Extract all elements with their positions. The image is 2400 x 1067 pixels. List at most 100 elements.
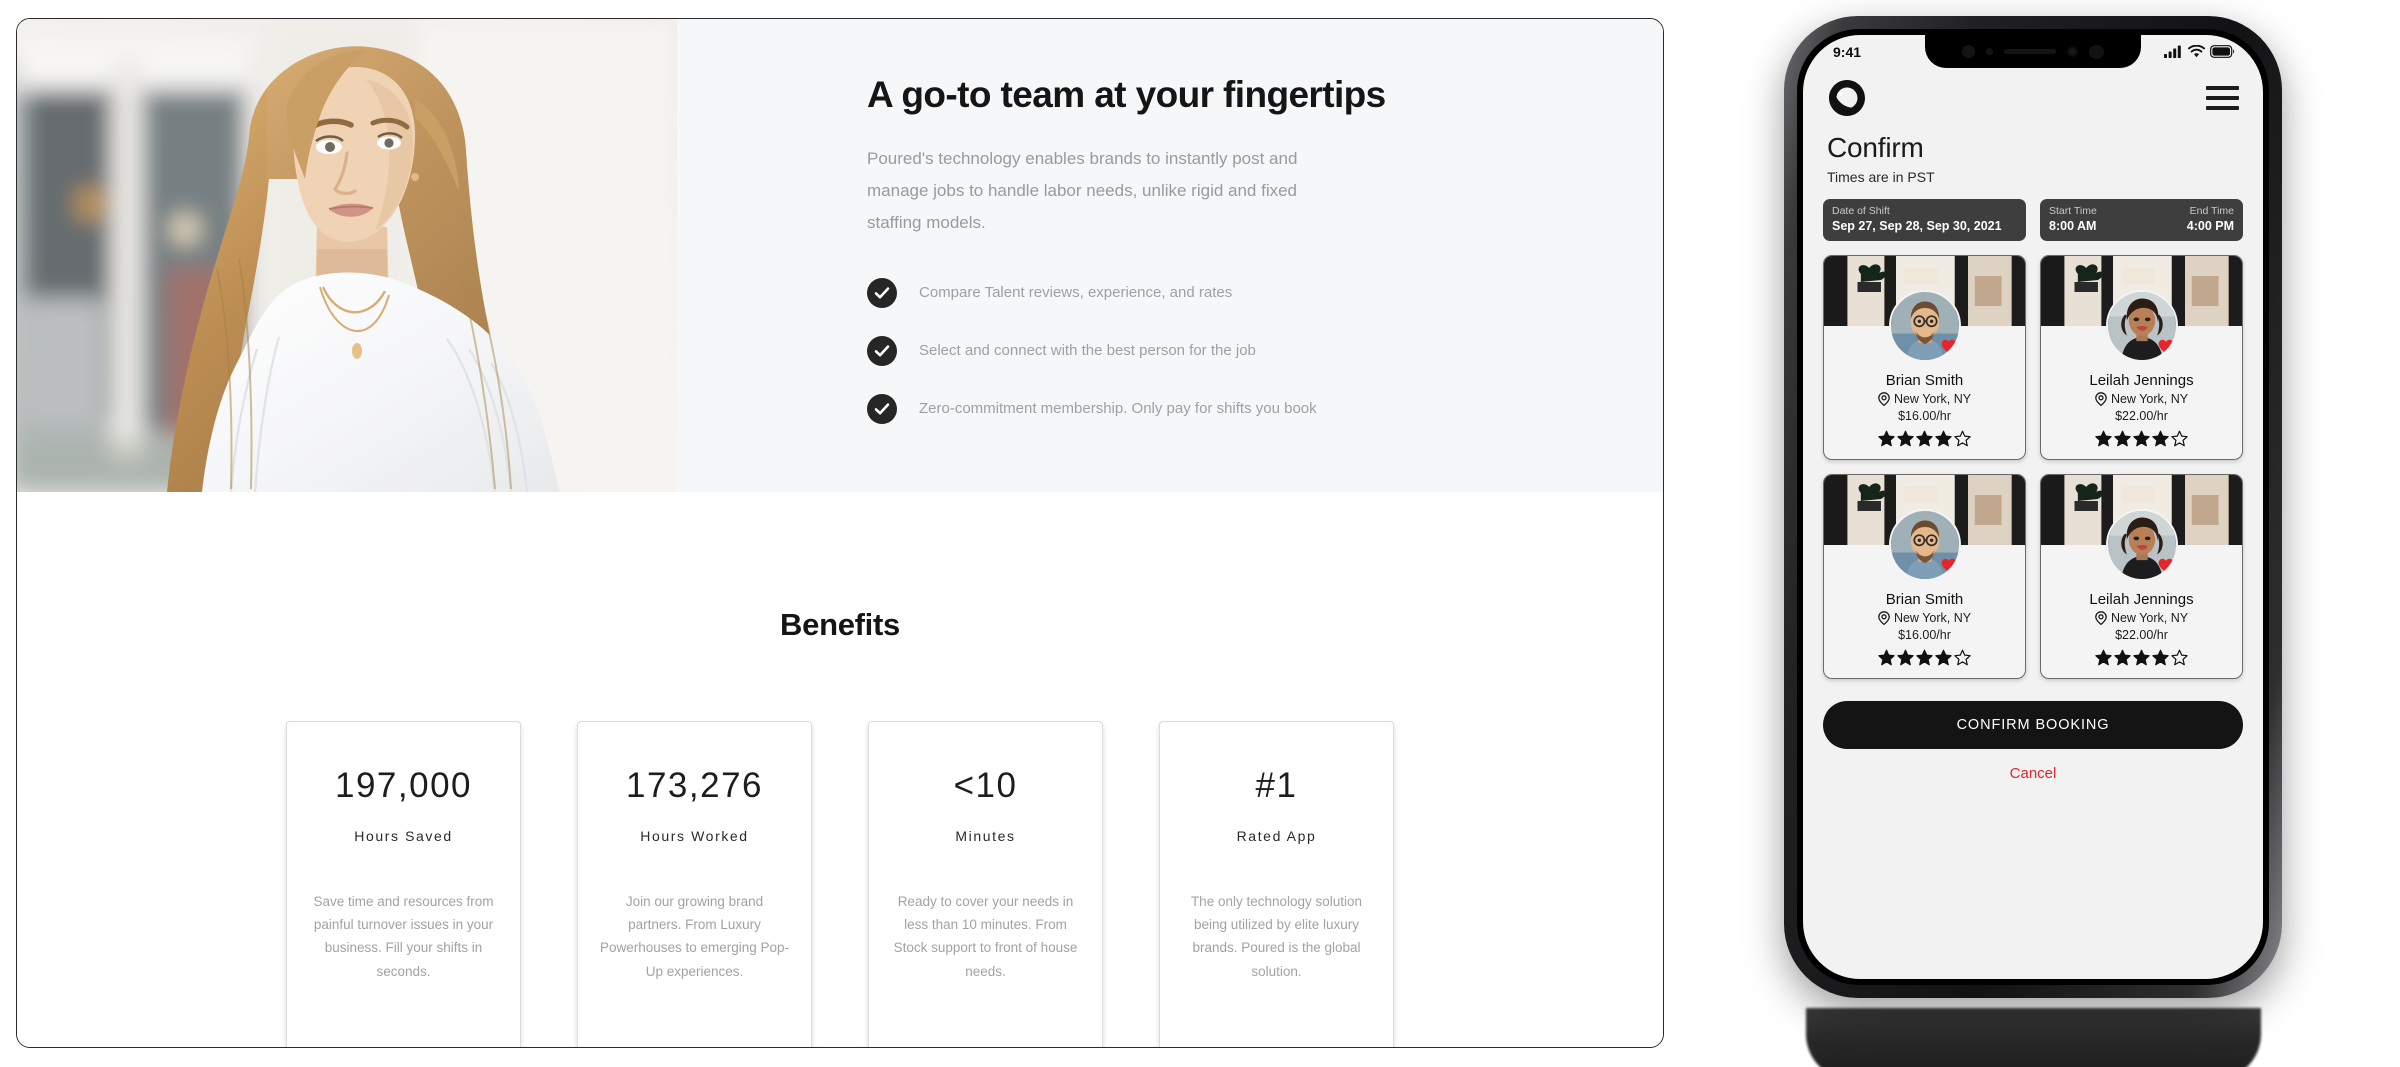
talent-rating-stars <box>1830 649 2019 666</box>
avatar <box>2105 509 2178 581</box>
talent-rating-stars <box>1830 430 2019 447</box>
talent-location: New York, NY <box>2047 392 2236 406</box>
map-pin-icon <box>1878 392 1890 406</box>
benefit-card-number: 173,276 <box>625 766 764 805</box>
map-pin-icon <box>2095 392 2107 406</box>
star-filled-icon <box>2114 649 2131 666</box>
hero-bullet-list: Compare Talent reviews, experience, and … <box>867 277 1543 425</box>
favorite-heart-icon[interactable] <box>1941 558 1957 573</box>
phone-screen: 9:41 Confirm Times are in PST Date of Sh… <box>1803 35 2263 979</box>
check-circle-icon <box>867 278 897 309</box>
talent-card-grid: Brian Smith New York, NY $16.00/hr Leila… <box>1803 241 2263 679</box>
talent-rate: $16.00/hr <box>1898 409 1951 423</box>
map-pin-icon <box>1878 611 1890 625</box>
screen-subtitle: Times are in PST <box>1827 169 1935 185</box>
date-of-shift-box[interactable]: Date of Shift Sep 27, Sep 28, Sep 30, 20… <box>1823 199 2026 241</box>
benefit-card-label: Minutes <box>955 828 1016 844</box>
app-header <box>1803 68 2263 118</box>
end-time-value: 4:00 PM <box>2186 219 2234 233</box>
talent-rate: $22.00/hr <box>2115 409 2168 423</box>
heart-icon[interactable] <box>2158 339 2174 354</box>
screenshot-stage: A go-to team at your fingertips Poured's… <box>0 0 2400 1067</box>
hero-copy: A go-to team at your fingertips Poured's… <box>677 19 1663 492</box>
talent-rating-stars <box>2047 430 2236 447</box>
end-time-label: End Time <box>2189 205 2234 217</box>
benefit-card-description: Save time and resources from painful tur… <box>313 894 494 979</box>
avatar <box>2105 290 2178 362</box>
poured-logo-icon <box>1829 80 1865 116</box>
status-bar-time: 9:41 <box>1833 43 1862 60</box>
favorite-heart-icon[interactable] <box>1941 339 1957 354</box>
screen-title: Confirm <box>1827 132 1924 163</box>
talent-rate: $22.00/hr <box>2115 628 2168 642</box>
talent-card[interactable]: Brian Smith New York, NY $16.00/hr <box>1823 474 2026 679</box>
talent-card[interactable]: Leilah Jennings New York, NY $22.00/hr <box>2040 255 2243 460</box>
avatar <box>1888 509 1961 581</box>
star-filled-icon <box>1878 430 1895 447</box>
benefits-section: Benefits 197,000 Hours Saved Save time a… <box>17 492 1663 1047</box>
talent-rating-stars <box>2047 649 2236 666</box>
hero-bullet-item: Select and connect with the best person … <box>867 335 1543 367</box>
avatar <box>1888 290 1961 362</box>
star-filled-icon <box>2133 649 2150 666</box>
marketing-page-panel: A go-to team at your fingertips Poured's… <box>16 18 1664 1048</box>
hero-bullet-text: Compare Talent reviews, experience, and … <box>919 284 1233 302</box>
benefits-title: Benefits <box>780 607 900 642</box>
talent-card[interactable]: Brian Smith New York, NY $16.00/hr <box>1823 255 2026 460</box>
benefit-card-label: Hours Worked <box>640 828 749 844</box>
check-circle-icon <box>867 394 897 425</box>
benefits-card-grid: 197,000 Hours Saved Save time and resour… <box>17 721 1663 1047</box>
star-filled-icon <box>2152 649 2169 666</box>
talent-name: Brian Smith <box>1885 372 1964 389</box>
star-filled-icon <box>1878 649 1895 666</box>
wifi-icon <box>2188 45 2205 58</box>
start-time-label: Start Time <box>2049 205 2097 217</box>
map-pin-icon <box>2095 611 2107 625</box>
phone-frame: 9:41 Confirm Times are in PST Date of Sh… <box>1784 16 2282 998</box>
star-filled-icon <box>2133 430 2150 447</box>
confirm-booking-button[interactable]: CONFIRM BOOKING <box>1823 701 2243 749</box>
favorite-heart-icon[interactable] <box>2158 339 2174 354</box>
star-empty-icon <box>1954 430 1971 447</box>
hero-bullet-text: Zero-commitment membership. Only pay for… <box>919 400 1317 418</box>
hero-title: A go-to team at your fingertips <box>867 74 1386 115</box>
star-filled-icon <box>2152 430 2169 447</box>
start-time-value: 8:00 AM <box>2049 219 2097 233</box>
benefit-card-label: Hours Saved <box>354 828 453 844</box>
talent-name: Leilah Jennings <box>2089 591 2194 608</box>
cancel-button[interactable]: Cancel <box>2010 765 2057 782</box>
signal-bars-icon <box>2164 45 2181 58</box>
status-bar: 9:41 <box>1803 35 2263 68</box>
benefit-card-description: The only technology solution being utili… <box>1190 894 1363 979</box>
heart-icon[interactable] <box>1941 558 1957 573</box>
hero-bullet-text: Select and connect with the best person … <box>919 342 1256 360</box>
talent-rate: $16.00/hr <box>1898 628 1951 642</box>
status-bar-indicators <box>2164 45 2235 58</box>
heart-icon[interactable] <box>2158 558 2174 573</box>
star-filled-icon <box>1897 649 1914 666</box>
star-empty-icon <box>2171 430 2188 447</box>
shift-time-box[interactable]: Start Time End Time 8:00 AM 4:00 PM <box>2040 199 2243 241</box>
talent-location: New York, NY <box>1830 611 2019 625</box>
battery-icon <box>2210 45 2235 58</box>
benefit-card-description: Ready to cover your needs in less than 1… <box>893 894 1078 979</box>
hero-section: A go-to team at your fingertips Poured's… <box>17 19 1663 492</box>
hero-bullet-item: Compare Talent reviews, experience, and … <box>867 277 1543 309</box>
benefit-card-number: #1 <box>1255 766 1298 805</box>
phone-mockup: 9:41 Confirm Times are in PST Date of Sh… <box>1784 16 2304 1067</box>
star-filled-icon <box>2095 430 2112 447</box>
star-filled-icon <box>1916 430 1933 447</box>
talent-name: Leilah Jennings <box>2089 372 2194 389</box>
hamburger-menu-icon[interactable] <box>2206 86 2239 110</box>
favorite-heart-icon[interactable] <box>2158 558 2174 573</box>
benefit-card: 173,276 Hours Worked Join our growing br… <box>577 721 812 1047</box>
hero-bullet-item: Zero-commitment membership. Only pay for… <box>867 393 1543 425</box>
benefit-card-label: Rated App <box>1236 828 1317 844</box>
heart-icon[interactable] <box>1941 339 1957 354</box>
talent-card[interactable]: Leilah Jennings New York, NY $22.00/hr <box>2040 474 2243 679</box>
hero-subtitle: Poured's technology enables brands to in… <box>867 148 1298 233</box>
star-filled-icon <box>2114 430 2131 447</box>
phone-reflection <box>1806 1008 2261 1067</box>
hero-photo-image <box>17 19 677 492</box>
talent-location: New York, NY <box>2047 611 2236 625</box>
